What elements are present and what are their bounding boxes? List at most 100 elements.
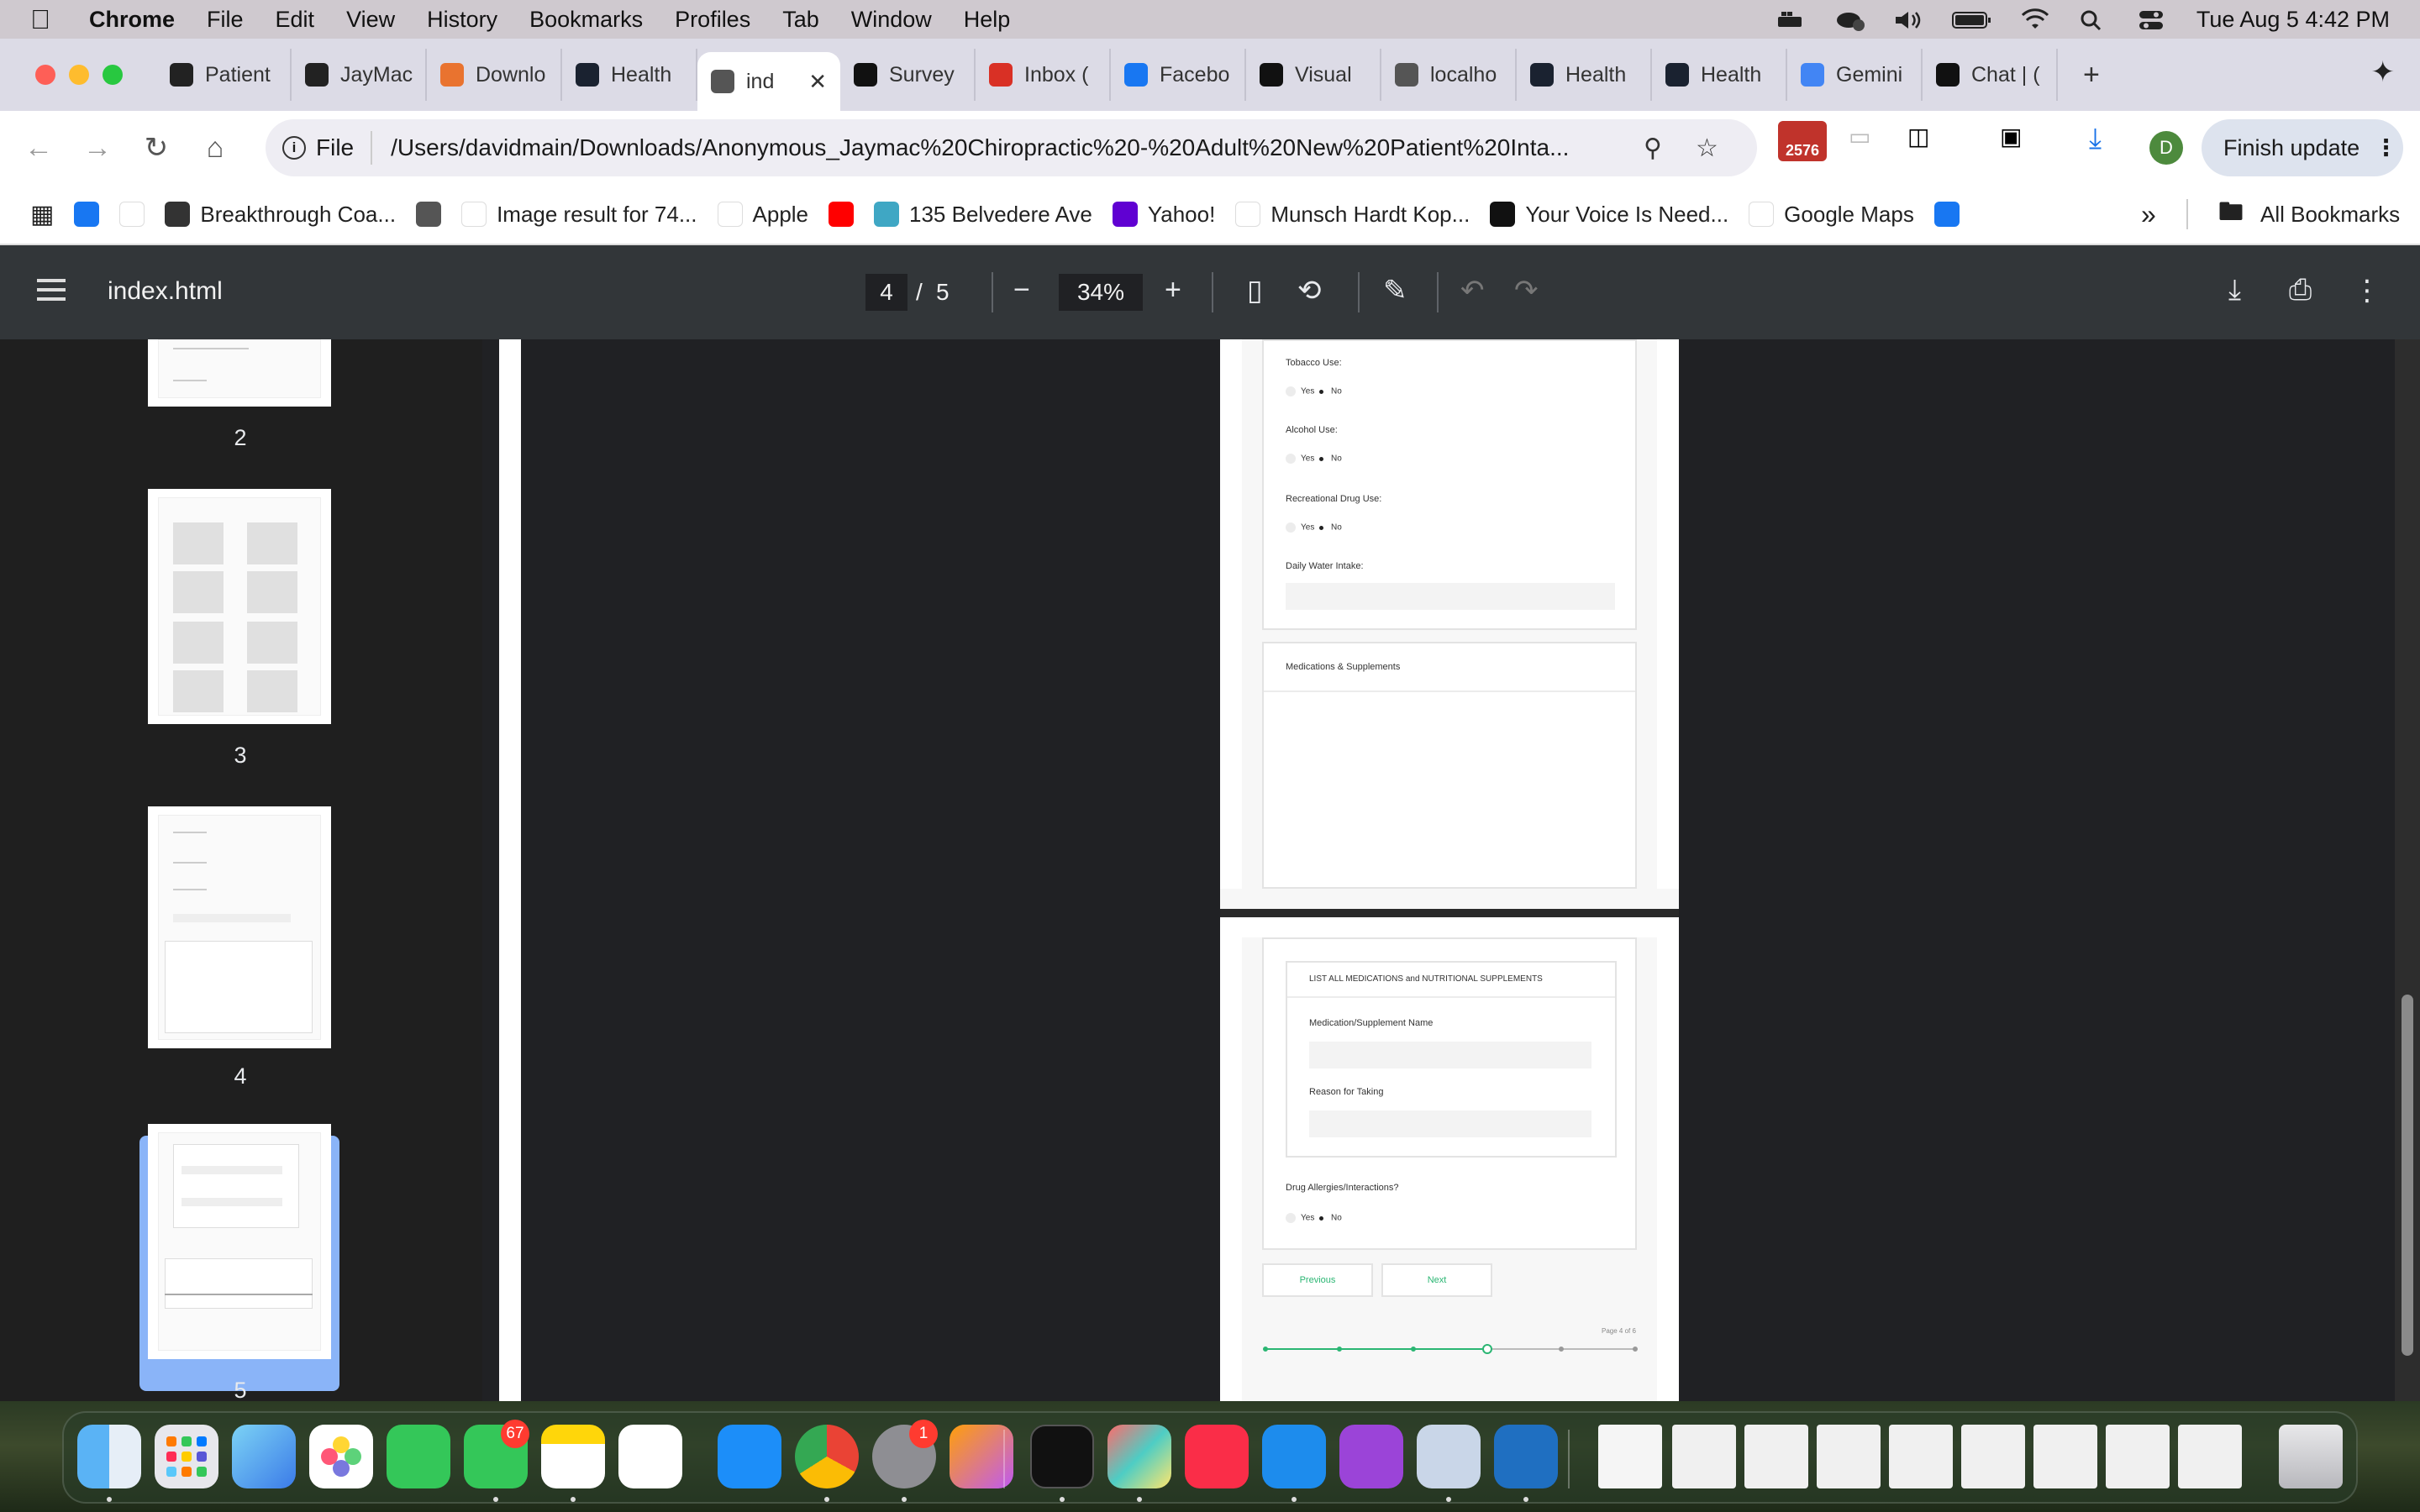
close-window-button[interactable] [35,65,55,85]
finish-update-button[interactable]: Finish update ⋮ [2202,119,2403,176]
all-bookmarks-folder-icon[interactable]: 🖿 [2218,193,2244,236]
tab-10[interactable]: Health [1517,49,1652,101]
preview-icon[interactable] [1417,1425,1481,1488]
zoom-input[interactable]: 34% [1059,274,1143,311]
viewer-scrollbar[interactable] [2395,339,2420,1401]
apple-menu-icon[interactable]:  [30,4,64,35]
bookmarks-overflow-button[interactable]: » [2141,199,2156,230]
allergies-no-radio[interactable]: No [1316,1213,1342,1223]
menu-tab[interactable]: Tab [782,7,819,33]
terminal-icon[interactable] [1030,1425,1094,1488]
tab-9[interactable]: localho [1381,49,1517,101]
tab-2[interactable]: Downlo [427,49,562,101]
previous-button[interactable]: Previous [1262,1263,1373,1297]
reminders-icon[interactable] [618,1425,682,1488]
apps-grid-icon[interactable]: ▦ [30,200,54,229]
tab-search-icon[interactable]: ▣ [2000,123,2022,150]
tab-12[interactable]: Gemini [1787,49,1923,101]
trash-icon[interactable] [2279,1425,2343,1488]
tab-6[interactable]: Inbox ( [976,49,1111,101]
tab-5[interactable]: Survey [840,49,976,101]
battery-icon[interactable] [1951,8,1991,30]
chrome-icon[interactable] [795,1425,859,1488]
window-thumbnail-icon[interactable] [2106,1425,2170,1488]
rotate-icon[interactable]: ⟲ [1297,274,1322,307]
window-thumbnail-icon[interactable] [1889,1425,1953,1488]
window-thumbnail-icon[interactable] [1672,1425,1736,1488]
notes-icon[interactable] [541,1425,605,1488]
new-tab-button[interactable]: + [2083,59,2100,92]
bookmark-item[interactable]: Image result for 74... [461,202,697,228]
fit-page-icon[interactable]: ▯ [1247,274,1263,307]
all-bookmarks-label[interactable]: All Bookmarks [2260,202,2400,228]
tobacco-no-radio[interactable]: No [1316,386,1342,396]
print-icon[interactable]: ⎙ [2289,274,2312,307]
finder-icon[interactable] [77,1425,141,1488]
extensions-puzzle-icon[interactable]: ◫ [1907,123,1929,150]
control-center-icon[interactable] [2138,8,2168,30]
draw-annotate-icon[interactable]: ✎ [1383,274,1407,307]
tab-13[interactable]: Chat | ( [1923,49,2058,101]
extension-icon[interactable]: ▭ [1849,123,1870,150]
alcohol-no-radio[interactable]: No [1316,454,1342,464]
bookmark-item[interactable] [74,202,100,227]
menu-clock[interactable]: Tue Aug 5 4:42 PM [2196,7,2390,33]
medication-name-input[interactable] [1309,1042,1591,1068]
tab-4[interactable]: ind ✕ [697,52,840,111]
extension-badge[interactable]: 2576 [1778,121,1827,161]
docker-icon[interactable] [1262,1425,1326,1488]
next-button[interactable]: Next [1381,1263,1492,1297]
thumbnail-page-4[interactable] [148,806,331,1048]
zoom-out-icon[interactable]: − [1013,274,1030,307]
menu-view[interactable]: View [346,7,395,33]
profile-avatar[interactable]: D [2149,131,2183,165]
url-text[interactable]: /Users/davidmain/Downloads/Anonymous_Jay… [391,134,1634,161]
vscode-icon[interactable] [1494,1425,1558,1488]
app-store-icon[interactable] [718,1425,781,1488]
docker-status-icon[interactable] [1775,8,1805,30]
window-thumbnail-icon[interactable] [2033,1425,2097,1488]
bookmark-item[interactable]: Apple [717,202,808,228]
thumbnail-page-2[interactable] [148,339,331,407]
back-icon[interactable]: ← [22,132,55,165]
drug-no-radio[interactable]: No [1316,522,1342,533]
viewer-scroll-thumb[interactable] [2402,995,2413,1356]
bookmark-item[interactable]: Munsch Hardt Kop... [1235,202,1470,228]
bookmark-item[interactable] [416,202,442,227]
bookmark-star-icon[interactable]: ☆ [1696,134,1718,163]
drug-yes-radio[interactable]: Yes [1286,522,1314,533]
redo-icon[interactable]: ↷ [1514,274,1539,307]
downloads-stack-icon[interactable] [1598,1425,1662,1488]
reason-input[interactable] [1309,1110,1591,1137]
bookmark-item[interactable] [119,202,145,227]
reload-icon[interactable]: ↻ [139,131,173,165]
window-thumbnail-icon[interactable] [1744,1425,1808,1488]
home-icon[interactable]: ⌂ [198,132,232,165]
address-bar[interactable]: i File /Users/davidmain/Downloads/Anonym… [266,119,1757,176]
thumbnail-page-3[interactable] [148,489,331,724]
bookmark-item[interactable]: Your Voice Is Need... [1490,202,1728,228]
spotlight-search-icon[interactable] [2079,8,2109,31]
thumbnail-page-5[interactable] [148,1124,331,1359]
window-thumbnail-icon[interactable] [1961,1425,2025,1488]
undo-icon[interactable]: ↶ [1460,274,1485,307]
forward-icon[interactable]: → [81,132,114,165]
photos-icon[interactable] [309,1425,373,1488]
pdf-menu-icon[interactable] [37,279,66,307]
site-info-chip[interactable]: i File [282,131,373,165]
allergies-yes-radio[interactable]: Yes [1286,1213,1314,1223]
music-icon[interactable] [1185,1425,1249,1488]
tab-8[interactable]: Visual [1246,49,1381,101]
gemini-sparkle-icon[interactable]: ✦ [2371,55,2396,89]
tobacco-yes-radio[interactable]: Yes [1286,386,1314,396]
tab-0[interactable]: Patient [156,49,292,101]
zoom-in-icon[interactable]: + [1165,274,1181,307]
menu-help[interactable]: Help [964,7,1011,33]
menu-app-name[interactable]: Chrome [89,7,175,33]
menu-edit[interactable]: Edit [276,7,315,33]
volume-icon[interactable] [1892,8,1923,30]
bookmark-item[interactable] [829,202,855,227]
close-tab-icon[interactable]: ✕ [808,69,827,95]
page-number-input[interactable]: 4 [865,274,908,311]
minimize-window-button[interactable] [69,65,89,85]
